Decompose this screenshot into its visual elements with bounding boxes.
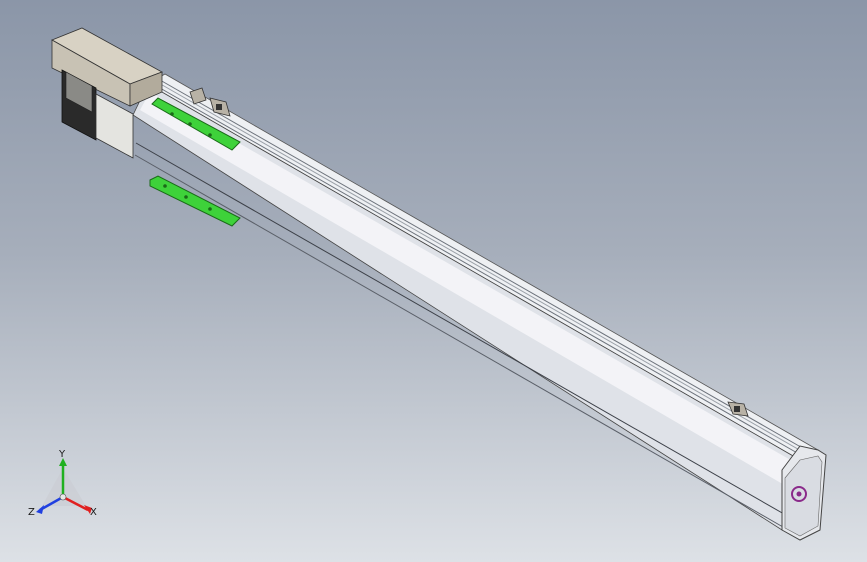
triad-origin xyxy=(59,493,67,501)
mounting-bracket-bottom[interactable] xyxy=(149,175,241,227)
rail-front-highlight xyxy=(140,92,794,486)
coordinate-triad: Y X Z xyxy=(28,449,97,518)
triad-label-x: X xyxy=(90,507,97,518)
triad-label-z: Z xyxy=(28,507,35,518)
model-scene[interactable]: Y X Z xyxy=(0,0,867,562)
rail-groove-1 xyxy=(152,83,807,459)
motor-assembly[interactable] xyxy=(51,27,163,159)
rail-edge-line-1 xyxy=(135,142,785,515)
triad-label-y: Y xyxy=(58,449,66,460)
rail-edge-line-2 xyxy=(134,154,784,528)
rail-top-face xyxy=(147,73,819,461)
rail-groove-3 xyxy=(159,79,814,455)
triad-arrow-z xyxy=(36,505,44,514)
rail-groove-2 xyxy=(156,81,811,457)
cad-viewport[interactable]: Y X Z xyxy=(0,0,867,562)
